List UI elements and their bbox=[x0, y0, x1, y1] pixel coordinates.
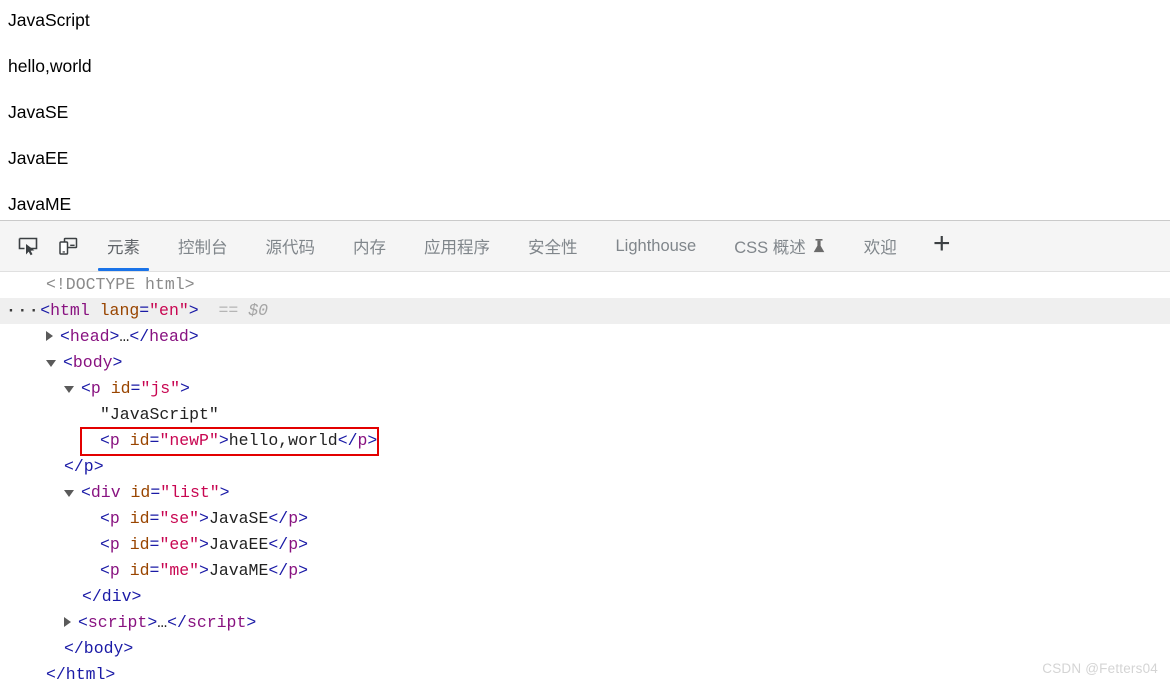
add-tab-button[interactable]: + bbox=[916, 221, 968, 271]
tab-label: 欢迎 bbox=[863, 239, 897, 257]
devtools-tabbar: 元素 控制台 源代码 内存 应用程序 安全性 Lighthouse CSS 概述… bbox=[0, 220, 1170, 272]
text-node: hello,world bbox=[228, 431, 338, 450]
page-paragraph-newp: hello,world bbox=[8, 56, 92, 76]
closing-tag: </p> bbox=[64, 457, 104, 476]
dom-tree-panel[interactable]: <!DOCTYPE html> ···<html lang="en"> == $… bbox=[0, 272, 1170, 683]
chevron-down-icon[interactable] bbox=[64, 490, 74, 498]
watermark: CSDN @Fetters04 bbox=[1042, 661, 1158, 676]
chevron-right-icon[interactable] bbox=[64, 616, 71, 627]
dom-row-p-ee[interactable]: <p id="ee">JavaEE</p> bbox=[0, 532, 1170, 558]
inspect-element-icon[interactable] bbox=[8, 221, 48, 271]
doctype-text: <!DOCTYPE html> bbox=[46, 275, 195, 294]
attr-name: lang bbox=[99, 301, 140, 320]
text-node: JavaME bbox=[208, 561, 269, 580]
dom-row-p-js[interactable]: <p id="js"> bbox=[0, 376, 1170, 402]
closing-tag: </html> bbox=[46, 665, 116, 683]
selected-node-badge: $0 bbox=[248, 301, 269, 320]
attr-value: "en" bbox=[149, 301, 189, 320]
tab-label: CSS 概述 bbox=[734, 239, 806, 257]
dom-row-body[interactable]: <body> bbox=[0, 350, 1170, 376]
attr-value: "js" bbox=[140, 379, 181, 398]
tab-sources[interactable]: 源代码 bbox=[247, 221, 335, 271]
dom-row-head[interactable]: <head>…</head> bbox=[0, 324, 1170, 350]
attr-name: id bbox=[110, 379, 131, 398]
tab-label: 元素 bbox=[107, 239, 140, 257]
dom-row-html[interactable]: ···<html lang="en"> == $0 bbox=[0, 298, 1170, 324]
closing-tag: </div> bbox=[82, 587, 142, 606]
attr-name: id bbox=[129, 431, 150, 450]
tab-css-overview[interactable]: CSS 概述 bbox=[715, 221, 845, 271]
chevron-down-icon[interactable] bbox=[64, 386, 74, 394]
dom-row-div-close[interactable]: </div> bbox=[0, 584, 1170, 610]
tab-elements[interactable]: 元素 bbox=[88, 221, 159, 271]
tag-name: body bbox=[72, 353, 113, 372]
attr-name: id bbox=[130, 483, 151, 502]
dom-row-html-close[interactable]: </html> bbox=[0, 662, 1170, 683]
tag-name: html bbox=[50, 301, 90, 320]
dom-row-script[interactable]: <script>…</script> bbox=[0, 610, 1170, 636]
dom-row-div-list[interactable]: <div id="list"> bbox=[0, 480, 1170, 506]
flask-icon bbox=[812, 238, 826, 254]
tab-label: 控制台 bbox=[178, 239, 228, 257]
tab-label: 安全性 bbox=[528, 239, 578, 257]
dom-row-p-newp[interactable]: <p id="newP">hello,world</p> bbox=[0, 428, 1170, 454]
dom-row-doctype[interactable]: <!DOCTYPE html> bbox=[0, 272, 1170, 298]
text-node: "JavaScript" bbox=[100, 405, 219, 424]
tab-label: 源代码 bbox=[265, 239, 316, 257]
tab-label: 应用程序 bbox=[424, 239, 490, 257]
attr-value: "list" bbox=[160, 483, 220, 502]
page-paragraph-ee: JavaEE bbox=[8, 148, 69, 168]
tab-welcome[interactable]: 欢迎 bbox=[845, 221, 916, 271]
page-paragraph-me: JavaME bbox=[8, 194, 72, 214]
text-node: JavaEE bbox=[208, 535, 269, 554]
attr-value: "newP" bbox=[159, 431, 219, 450]
device-toolbar-icon[interactable] bbox=[48, 221, 88, 271]
ellipsis-dots[interactable]: ··· bbox=[6, 301, 40, 320]
rendered-page-view: JavaScript hello,world JavaSE JavaEE Jav… bbox=[0, 0, 1170, 220]
tag-name: p bbox=[109, 431, 120, 450]
tab-security[interactable]: 安全性 bbox=[509, 221, 597, 271]
tag-name: div bbox=[90, 483, 121, 502]
chevron-down-icon[interactable] bbox=[46, 360, 56, 368]
tab-label: Lighthouse bbox=[615, 236, 697, 255]
dom-row-p-se[interactable]: <p id="se">JavaSE</p> bbox=[0, 506, 1170, 532]
dom-row-p-me[interactable]: <p id="me">JavaME</p> bbox=[0, 558, 1170, 584]
text-node: JavaSE bbox=[208, 509, 269, 528]
tab-console[interactable]: 控制台 bbox=[159, 221, 247, 271]
page-paragraph-js: JavaScript bbox=[8, 10, 90, 30]
chevron-right-icon[interactable] bbox=[46, 330, 53, 341]
attr-value: "se" bbox=[159, 509, 200, 528]
tab-memory[interactable]: 内存 bbox=[334, 221, 405, 271]
tab-application[interactable]: 应用程序 bbox=[405, 221, 509, 271]
closing-tag: </body> bbox=[64, 639, 134, 658]
dom-row-p-js-close[interactable]: </p> bbox=[0, 454, 1170, 480]
page-paragraph-se: JavaSE bbox=[8, 102, 69, 122]
tag-name: p bbox=[90, 379, 101, 398]
attr-value: "ee" bbox=[159, 535, 200, 554]
tab-lighthouse[interactable]: Lighthouse bbox=[597, 221, 716, 271]
attr-value: "me" bbox=[159, 561, 200, 580]
dom-row-text-javascript[interactable]: "JavaScript" bbox=[0, 402, 1170, 428]
dom-row-body-close[interactable]: </body> bbox=[0, 636, 1170, 662]
tab-label: 内存 bbox=[353, 239, 386, 257]
